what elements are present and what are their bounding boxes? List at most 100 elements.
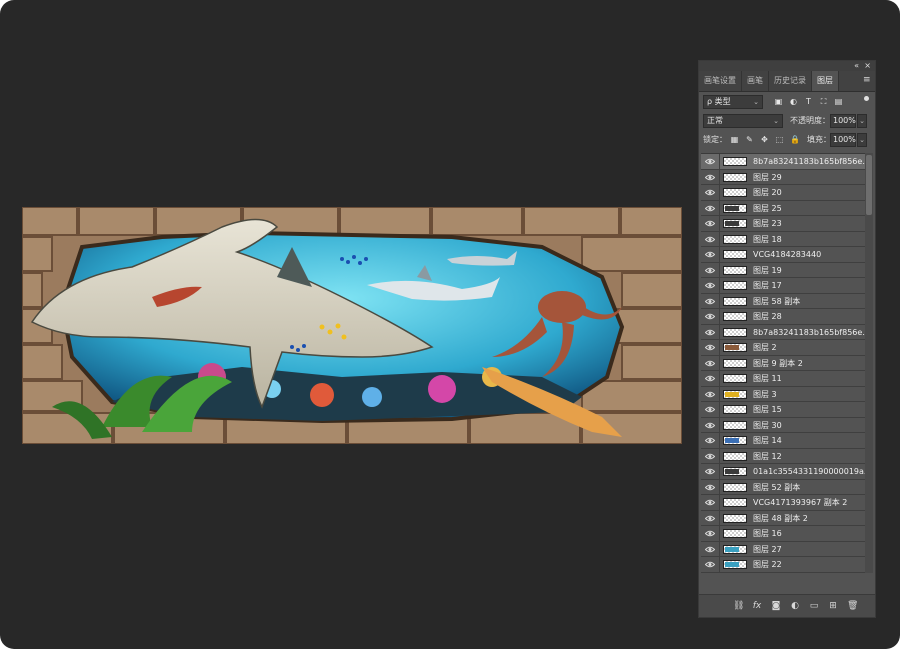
close-panel-icon[interactable]: × [864,61,871,71]
layer-name[interactable]: 图层 23 [753,218,782,229]
layer-name[interactable]: 图层 52 副本 [753,482,800,493]
layer-name[interactable]: 图层 15 [753,404,782,415]
visibility-eye-icon[interactable] [705,158,715,165]
layer-thumbnail[interactable] [723,389,747,399]
opacity-dropdown-icon[interactable]: ⌄ [857,114,867,128]
link-layers-icon[interactable]: ⛓ [733,601,744,611]
visibility-eye-icon[interactable] [705,499,715,506]
layer-name[interactable]: 图层 28 [753,311,782,322]
visibility-eye-icon[interactable] [705,220,715,227]
visibility-eye-icon[interactable] [705,298,715,305]
layer-thumbnail[interactable] [723,172,747,182]
layer-name[interactable]: 8b7a83241183b165bf856e... [753,156,870,167]
lock-transparent-icon[interactable]: ▦ [730,135,739,144]
layer-thumbnail[interactable] [723,296,747,306]
new-group-icon[interactable]: ▭ [809,601,819,611]
visibility-eye-icon[interactable] [705,391,715,398]
tab-brush-settings[interactable]: 画笔设置 [699,71,742,91]
visibility-eye-icon[interactable] [705,360,715,367]
layer-thumbnail[interactable] [723,203,747,213]
layer-row[interactable]: 图层 48 副本 2 [701,510,865,526]
visibility-eye-icon[interactable] [705,406,715,413]
visibility-eye-icon[interactable] [705,189,715,196]
layer-name[interactable]: 图层 16 [753,528,782,539]
filter-smart-object-icon[interactable]: ▤ [834,97,843,106]
visibility-eye-icon[interactable] [705,468,715,475]
visibility-eye-icon[interactable] [705,484,715,491]
layer-name[interactable]: 图层 20 [753,187,782,198]
layer-style-icon[interactable]: fx [752,601,762,611]
layer-thumbnail[interactable] [723,343,747,352]
layer-thumbnail[interactable] [723,420,747,430]
filter-shape-icon[interactable]: ⛶ [819,97,828,106]
layer-name[interactable]: 图层 12 [753,451,782,462]
visibility-eye-icon[interactable] [705,561,715,568]
visibility-eye-icon[interactable] [705,282,715,289]
layer-name[interactable]: 图层 18 [753,234,782,245]
filter-type-icon[interactable]: T [804,97,813,106]
layer-row[interactable]: 图层 18 [701,231,865,247]
lock-artboard-icon[interactable]: ⬚ [775,135,784,144]
layer-name[interactable]: 图层 11 [753,373,782,384]
layer-row[interactable]: 图层 29 [701,169,865,185]
layer-row[interactable]: 01a1c3554331190000019a... [701,464,872,480]
visibility-eye-icon[interactable] [705,437,715,444]
layer-thumbnail[interactable] [723,544,747,554]
lock-position-icon[interactable]: ✥ [760,135,769,144]
add-mask-icon[interactable]: ◙ [771,601,781,611]
layer-row[interactable]: 图层 27 [701,541,865,557]
lock-image-icon[interactable]: ✎ [745,135,754,144]
layer-name[interactable]: 图层 25 [753,203,782,214]
delete-layer-icon[interactable]: 🗑 [847,601,858,611]
layer-thumbnail[interactable] [723,265,747,275]
layer-row[interactable]: 图层 2 [701,340,865,356]
layer-thumbnail[interactable] [723,482,747,492]
layer-thumbnail[interactable] [723,467,747,476]
filter-adjustment-icon[interactable]: ◐ [789,97,798,106]
visibility-eye-icon[interactable] [705,453,715,460]
layer-name[interactable]: VCG4184283440 [753,249,821,260]
layer-row[interactable]: 图层 30 [701,417,865,433]
visibility-eye-icon[interactable] [705,251,715,258]
layer-row[interactable]: 图层 9 副本 2 [701,355,865,371]
layer-name[interactable]: 01a1c3554331190000019a... [753,466,872,477]
layer-thumbnail[interactable] [723,560,747,569]
layer-thumbnail[interactable] [723,327,747,337]
visibility-eye-icon[interactable] [705,375,715,382]
layer-thumbnail[interactable] [723,358,747,368]
layer-row[interactable]: 图层 17 [701,278,865,294]
layer-row[interactable]: 图层 58 副本 [701,293,865,309]
layer-thumbnail[interactable] [723,250,747,259]
new-layer-icon[interactable]: ⊞ [828,601,838,611]
layer-row[interactable]: 图层 28 [701,309,865,325]
layer-row[interactable]: 图层 14 [701,433,865,449]
panel-menu-icon[interactable]: ≡ [863,76,872,85]
layer-name[interactable]: 图层 14 [753,435,782,446]
layer-thumbnail[interactable] [723,234,747,244]
layer-name[interactable]: 图层 22 [753,559,782,570]
tab-brushes[interactable]: 画笔 [742,71,769,91]
layer-name[interactable]: 图层 30 [753,420,782,431]
visibility-eye-icon[interactable] [705,546,715,553]
visibility-eye-icon[interactable] [705,515,715,522]
layer-thumbnail[interactable] [723,451,747,461]
filter-pixel-icon[interactable]: ▣ [774,97,783,106]
layer-name[interactable]: 图层 58 副本 [753,296,800,307]
visibility-eye-icon[interactable] [705,422,715,429]
layer-thumbnail[interactable] [723,188,747,197]
layer-row[interactable]: 图层 16 [701,526,865,542]
layer-row[interactable]: 8b7a83241183b165bf856e... [701,154,870,170]
layer-name[interactable]: 图层 29 [753,172,782,183]
layer-row[interactable]: 图层 3 [701,386,865,402]
layer-name[interactable]: 图层 9 副本 2 [753,358,803,369]
layer-thumbnail[interactable] [723,529,747,538]
layer-name[interactable]: 图层 48 副本 2 [753,513,808,524]
layer-name[interactable]: 图层 17 [753,280,782,291]
fill-input[interactable]: 100% [830,133,856,147]
scrollbar-thumb[interactable] [866,155,872,215]
new-adjustment-icon[interactable]: ◐ [790,601,800,611]
layer-thumbnail[interactable] [723,312,747,321]
tab-history[interactable]: 历史记录 [769,71,812,91]
layer-name[interactable]: VCG4171393967 副本 2 [753,497,847,508]
opacity-input[interactable]: 100% [830,114,856,128]
